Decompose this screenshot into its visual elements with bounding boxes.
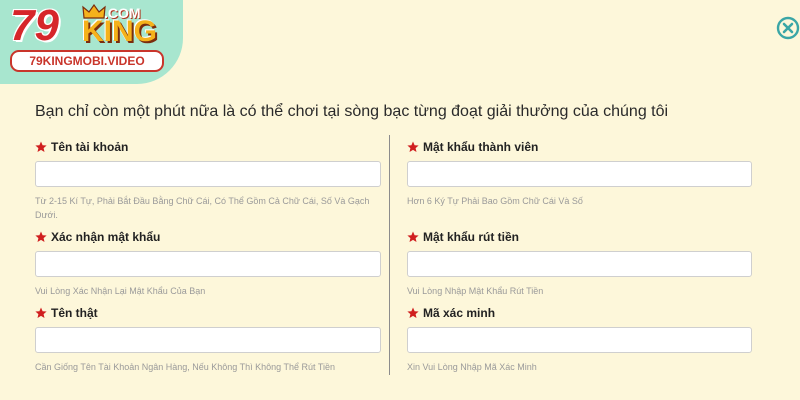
required-star-icon <box>35 231 47 242</box>
verification-code-input[interactable] <box>407 327 752 353</box>
username-hint: Từ 2-15 Kí Tự, Phải Bắt Đầu Bằng Chữ Cái… <box>35 196 370 220</box>
required-star-icon <box>407 307 419 318</box>
username-label: Tên tài khoản <box>51 140 129 154</box>
username-field-group: Tên tài khoản Từ 2-15 Kí Tự, Phải Bắt Đầ… <box>35 139 381 222</box>
column-divider <box>389 135 390 375</box>
close-icon[interactable] <box>776 16 800 40</box>
page-title: Bạn chỉ còn một phút nữa là có thể chơi … <box>35 103 669 120</box>
member-password-field-group: Mật khẩu thành viên Hơn 6 Ký Tự Phải Bao… <box>407 139 752 208</box>
real-name-hint: Cần Giống Tên Tài Khoản Ngân Hàng, Nếu K… <box>35 362 336 372</box>
member-password-input[interactable] <box>407 161 752 187</box>
required-star-icon <box>35 141 47 152</box>
real-name-label: Tên thật <box>51 306 98 320</box>
withdraw-password-hint: Vui Lòng Nhập Mật Khẩu Rút Tiền <box>407 286 544 296</box>
required-star-icon <box>407 231 419 242</box>
confirm-password-hint: Vui Lòng Xác Nhận Lại Mật Khẩu Của Bạn <box>35 286 206 296</box>
confirm-password-label: Xác nhận mật khẩu <box>51 230 161 244</box>
confirm-password-field-group: Xác nhận mật khẩu Vui Lòng Xác Nhận Lại … <box>35 229 381 298</box>
logo-domain: 79KINGMOBI.VIDEO <box>10 50 164 72</box>
username-input[interactable] <box>35 161 381 187</box>
withdraw-password-label: Mật khẩu rút tiền <box>423 230 520 244</box>
real-name-field-group: Tên thật Cần Giống Tên Tài Khoản Ngân Hà… <box>35 305 381 374</box>
logo-brand: KING <box>82 15 157 48</box>
required-star-icon <box>35 307 47 318</box>
real-name-input[interactable] <box>35 327 381 353</box>
brand-logo: 79 .COM KING 79KINGMOBI.VIDEO <box>0 0 183 84</box>
logo-number: 79 <box>10 1 59 50</box>
verification-code-hint: Xin Vui Lòng Nhập Mã Xác Minh <box>407 362 537 372</box>
member-password-label: Mật khẩu thành viên <box>423 140 539 154</box>
verification-code-label: Mã xác minh <box>423 306 496 320</box>
required-star-icon <box>407 141 419 152</box>
withdraw-password-input[interactable] <box>407 251 752 277</box>
member-password-hint: Hơn 6 Ký Tự Phải Bao Gồm Chữ Cái Và Số <box>407 196 583 206</box>
verification-code-field-group: Mã xác minh Xin Vui Lòng Nhập Mã Xác Min… <box>407 305 752 374</box>
withdraw-password-field-group: Mật khẩu rút tiền Vui Lòng Nhập Mật Khẩu… <box>407 229 752 298</box>
confirm-password-input[interactable] <box>35 251 381 277</box>
